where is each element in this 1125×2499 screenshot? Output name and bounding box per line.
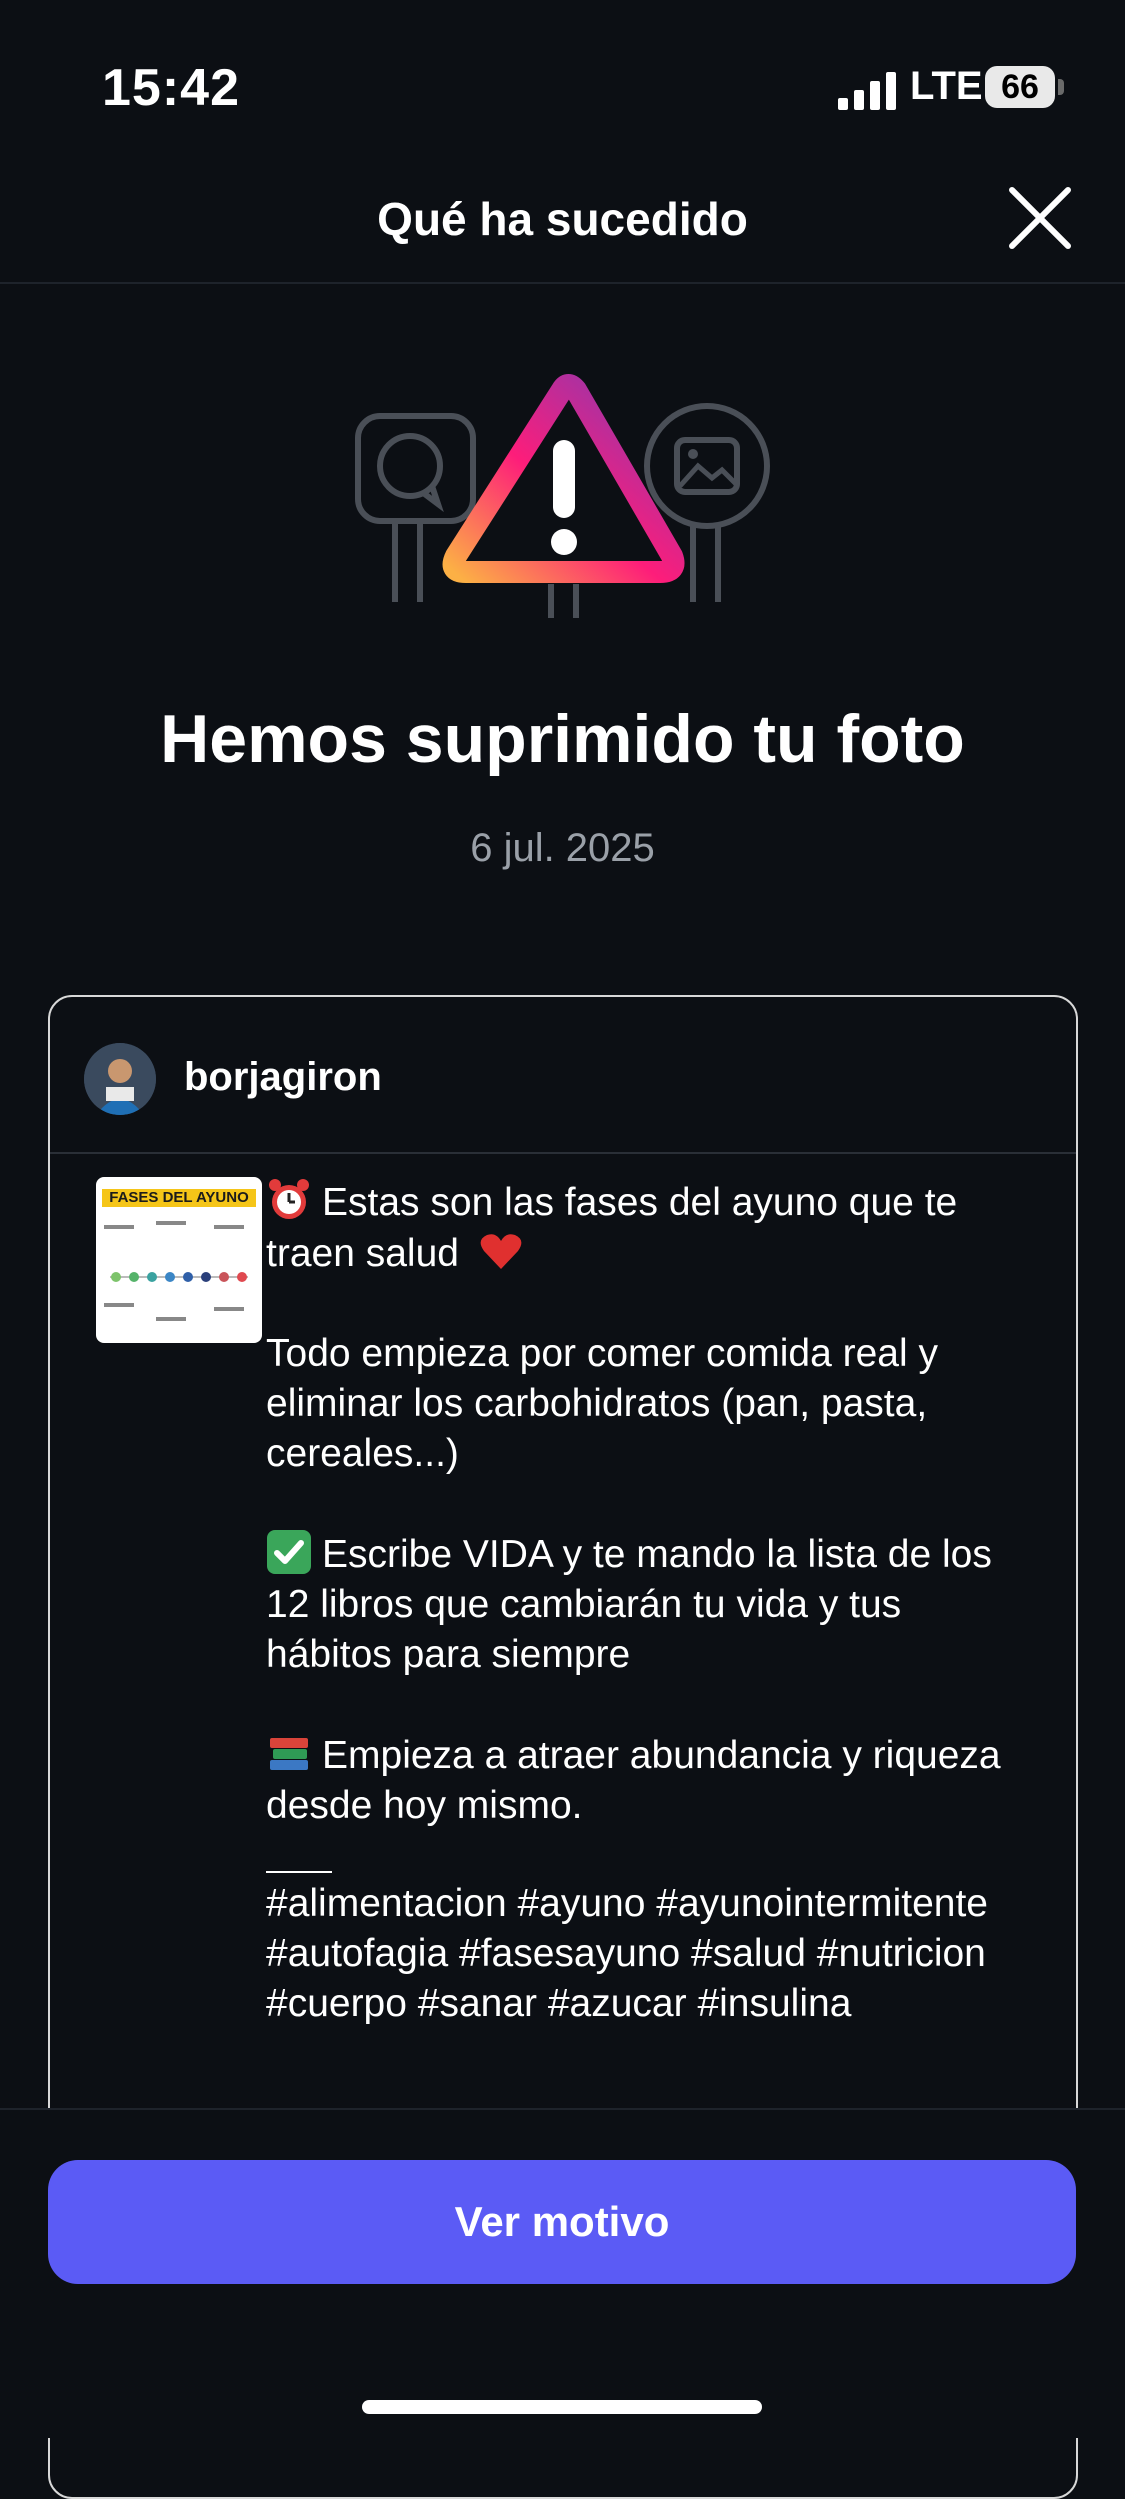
caption-paragraph-1: Estas son las fases del ayuno que te tra… — [266, 1177, 1026, 1279]
status-time: 15:42 — [102, 59, 240, 117]
books-emoji — [270, 1738, 308, 1770]
post-header: borjagiron — [50, 997, 1076, 1154]
alarm-clock-emoji — [269, 1179, 309, 1219]
red-heart-emoji — [480, 1234, 522, 1269]
caption-divider — [266, 1871, 332, 1873]
check-mark-emoji — [267, 1530, 311, 1574]
caption-text-3: Escribe VIDA y te mando la lista de los … — [266, 1533, 992, 1676]
caption-paragraph-2: Todo empieza por comer comida real y eli… — [266, 1332, 938, 1475]
header: Qué ha sucedido — [0, 170, 1125, 284]
home-indicator[interactable] — [362, 2400, 762, 2414]
caption-text-4: Empieza a atraer abundancia y riqueza de… — [266, 1734, 1001, 1827]
post-thumbnail[interactable]: FASES DEL AYUNO — [96, 1177, 262, 1343]
status-bar: 15:42 LTE 66 — [0, 0, 1125, 170]
avatar — [84, 1043, 156, 1115]
warning-illustration — [355, 374, 770, 618]
caption-paragraph-3: Escribe VIDA y te mando la lista de los … — [266, 1529, 1026, 1680]
removal-title: Hemos suprimido tu foto — [160, 701, 965, 777]
footer: Ver motivo — [0, 2108, 1125, 2438]
page-title: Qué ha sucedido — [377, 193, 748, 245]
caption-hashtags: #alimentacion #ayuno #ayunointermitente … — [266, 1882, 988, 2025]
close-icon[interactable] — [1000, 178, 1080, 258]
battery-icon: 66 — [985, 66, 1064, 110]
signal-icon — [838, 72, 896, 110]
ver-motivo-button[interactable]: Ver motivo — [48, 2160, 1076, 2284]
battery-level: 66 — [1001, 68, 1039, 106]
removal-date: 6 jul. 2025 — [470, 826, 655, 870]
caption-text-1: Estas son las fases del ayuno que te tra… — [266, 1181, 958, 1275]
network-type: LTE — [910, 64, 983, 108]
caption-paragraph-4: Empieza a atraer abundancia y riqueza de… — [266, 1730, 1026, 1831]
post-username[interactable]: borjagiron — [184, 1055, 382, 1100]
post-caption: Estas son las fases del ayuno que te tra… — [266, 1177, 1026, 2029]
